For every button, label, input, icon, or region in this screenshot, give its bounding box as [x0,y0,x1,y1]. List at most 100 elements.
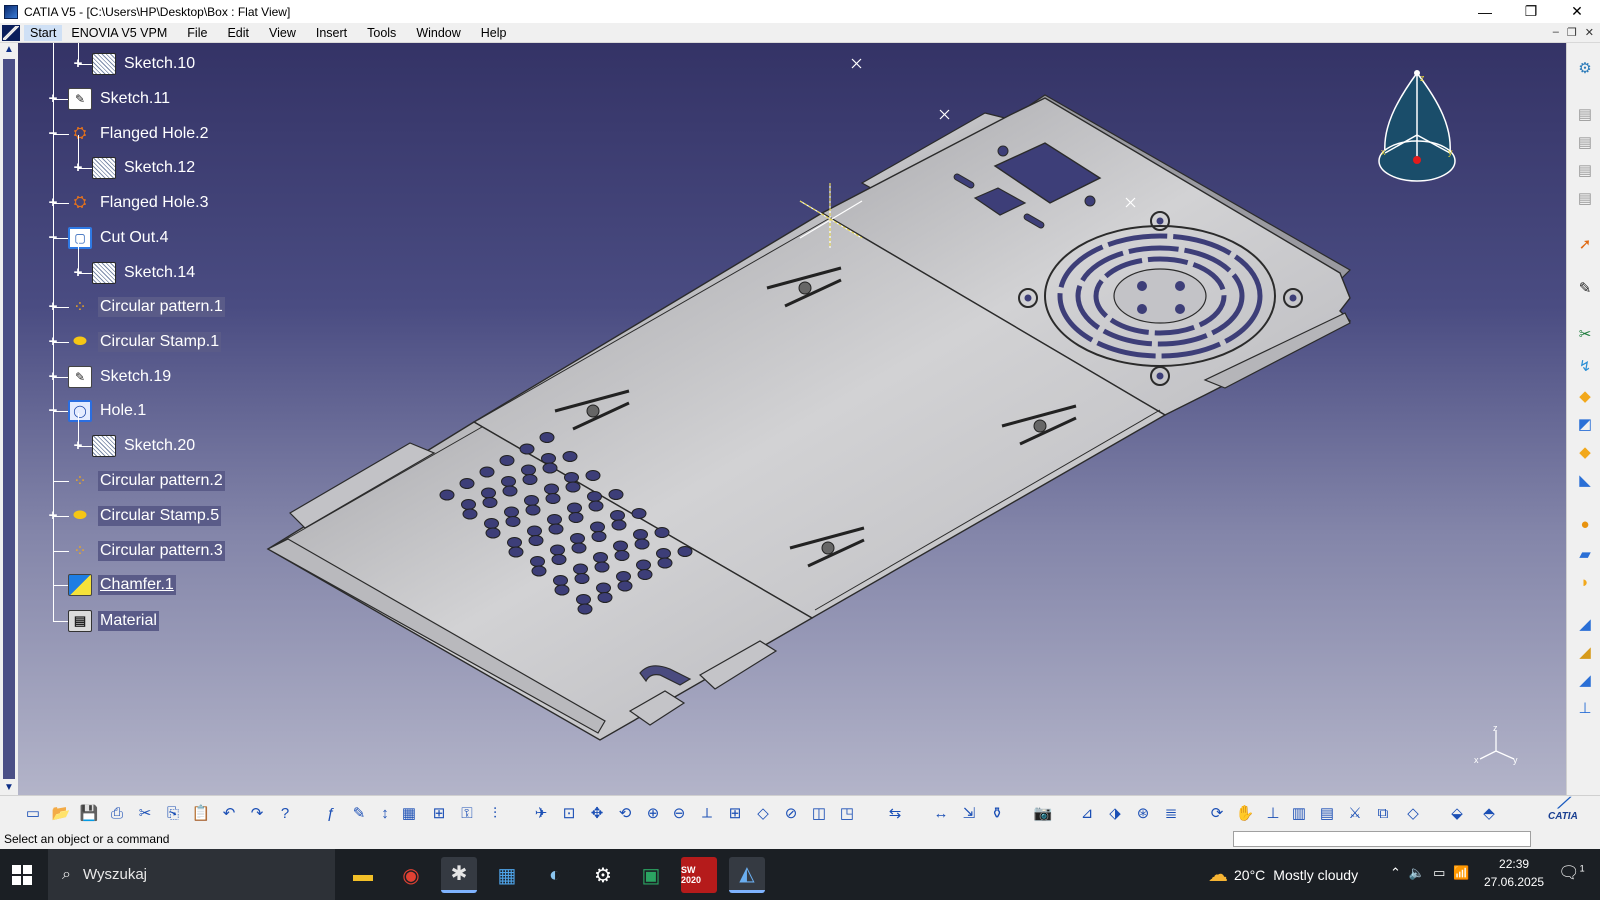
layers-icon[interactable]: ⧉ [1372,802,1394,824]
menu-window[interactable]: Window [407,26,471,40]
sheet-metal-part[interactable] [266,94,1352,741]
menu-start[interactable]: Start [24,24,63,41]
knowledge-icon[interactable]: ✎ [348,802,370,824]
stamp-tool-icon[interactable]: ● [1574,513,1596,535]
tree-node[interactable]: ✎ Sketch.19 [68,364,173,390]
doc-restore-icon[interactable]: ❐ [1567,26,1577,39]
shading-icon[interactable]: ⊘ [780,802,802,824]
inertia-icon[interactable]: ⚱ [986,802,1008,824]
capture-icon[interactable]: 📷 [1032,802,1054,824]
close-button[interactable]: ✕ [1554,0,1600,23]
solidworks-icon[interactable]: SW 2020 [681,857,717,893]
light-icon[interactable]: ↕ [374,802,396,824]
tree-node[interactable]: ⁘ Circular pattern.3 [68,538,225,564]
fit-all-icon[interactable]: ⊡ [558,802,580,824]
3d-viewport[interactable]: z x y z x y + Sketch.10 + ✎ Sketch.11− ⛭ Flang… [0,43,1566,795]
print-icon[interactable]: ⎙ [106,802,128,824]
pan-icon[interactable]: ✥ [586,802,608,824]
file-explorer-icon[interactable]: ▬ [345,857,381,893]
zoom-in-icon[interactable]: ⊕ [642,802,664,824]
collapse-icon[interactable]: − [47,230,59,245]
plane-icon[interactable]: ◇ [1402,802,1424,824]
select-arrow-icon[interactable]: ➚ [1574,233,1596,255]
compass-icon[interactable]: z x y [1378,70,1456,182]
swap-space-icon[interactable]: ◳ [836,802,858,824]
collapse-icon[interactable]: − [47,403,59,418]
menu-insert[interactable]: Insert [307,26,358,40]
scroll-thumb[interactable] [3,59,15,779]
specification-tree[interactable]: + Sketch.10 + ✎ Sketch.11− ⛭ Flanged Hole.2 + Sk… [18,43,258,683]
chevron-up-icon[interactable]: ⌃ [1390,865,1409,880]
analysis-icon[interactable]: ⫶ [484,802,506,824]
battery-icon[interactable]: ▭ [1433,865,1453,880]
stack-icon[interactable]: ≣ [1160,802,1182,824]
wall-on-edge-icon-disabled[interactable]: ▤ [1574,131,1596,153]
fly-mode-icon[interactable]: ✈ [530,802,552,824]
wifi-icon[interactable]: 📶 [1453,865,1477,880]
menu-enovia[interactable]: ENOVIA V5 VPM [62,26,178,40]
ratio-icon[interactable]: ▥ [1288,802,1310,824]
cut-out-tool-icon[interactable]: ◩ [1574,413,1596,435]
expand-icon[interactable]: + [47,299,59,314]
menu-view[interactable]: View [260,26,307,40]
bend-icon[interactable]: ↯ [1574,355,1596,377]
extrusion-icon-disabled[interactable]: ▤ [1574,159,1596,181]
redo-icon[interactable]: ↷ [246,802,268,824]
unfold-icon[interactable]: ✂ [1574,323,1596,345]
expand-icon[interactable]: + [72,438,84,453]
expand-icon[interactable]: + [47,369,59,384]
zoom-out-icon[interactable]: ⊖ [668,802,690,824]
scroll-down-icon[interactable]: ▼ [0,781,18,795]
tree-node[interactable]: ⛭ Flanged Hole.2 [68,121,211,147]
measure-icon[interactable]: ⚿ [456,802,478,824]
expand-icon[interactable]: + [47,334,59,349]
tree-node[interactable]: ⁘ Circular pattern.2 [68,468,225,494]
paste-icon[interactable]: 📋 [190,802,212,824]
doc-close-icon[interactable]: ✕ [1585,26,1594,39]
color-app-icon[interactable]: ◐ [537,857,573,893]
notification-icon[interactable]: 🗨1 [1558,863,1585,883]
tree-node[interactable]: ▤ Material [68,608,159,634]
update-icon[interactable]: ⇆ [884,802,906,824]
tree-scrollbar[interactable]: ▲ ▼ [0,43,18,795]
paint-icon[interactable]: ✱ [441,857,477,893]
grid-view-icon[interactable]: ⊛ [1132,802,1154,824]
sheet-edit-icon[interactable]: ⬘ [1478,802,1500,824]
flat-view-icon[interactable]: ⊿ [1076,802,1098,824]
open-file-icon[interactable]: 📂 [50,802,72,824]
taskbar-search[interactable]: ⌕ Wyszukaj [48,849,335,900]
expand-icon[interactable]: + [47,508,59,523]
axis-icon[interactable]: ⊥ [1262,802,1284,824]
tree-node[interactable]: Sketch.10 [92,51,197,77]
tree-node[interactable]: ⬬ Circular Stamp.1 [68,329,222,355]
wall-icon-disabled[interactable]: ▤ [1574,103,1596,125]
flange-icon-disabled[interactable]: ▤ [1574,187,1596,209]
chrome-icon[interactable]: ◉ [393,857,429,893]
whats-this-icon[interactable]: ? [274,802,296,824]
folding-icon[interactable]: ◆ [1574,385,1596,407]
windows-start-icon[interactable] [12,865,32,885]
tree-node[interactable]: Sketch.20 [92,433,197,459]
measure-between-icon[interactable]: ↔ [930,802,952,824]
save-icon[interactable]: 💾 [78,802,100,824]
calculator-icon[interactable]: ▦ [489,857,525,893]
surface-stamp-icon[interactable]: ▰ [1574,543,1596,565]
iso-view-icon[interactable]: ◇ [752,802,774,824]
sketcher-icon[interactable]: ✎ [1574,277,1596,299]
tree-node[interactable]: ⛭ Flanged Hole.3 [68,190,211,216]
refresh-icon[interactable]: ⟳ [1206,802,1228,824]
doc-minimize-icon[interactable]: – [1553,26,1559,39]
rectangular-pattern-icon[interactable]: ◢ [1574,613,1596,635]
expand-icon[interactable]: + [47,195,59,210]
scroll-up-icon[interactable]: ▲ [0,43,18,57]
normal-view-icon[interactable]: ⟂ [696,802,718,824]
volume-icon[interactable]: 🔈 [1409,865,1433,880]
tree-node[interactable]: ▢ Cut Out.4 [68,225,170,251]
taskbar-clock[interactable]: 22:39 27.06.2025 [1484,855,1544,891]
table-icon[interactable]: ▦ [398,802,420,824]
hand-icon[interactable]: ✋ [1234,802,1256,824]
new-file-icon[interactable]: ▭ [22,802,44,824]
tree-node[interactable]: Chamfer.1 [68,572,176,598]
expand-icon[interactable]: + [72,265,84,280]
tree-node[interactable]: ⁘ Circular pattern.1 [68,294,225,320]
